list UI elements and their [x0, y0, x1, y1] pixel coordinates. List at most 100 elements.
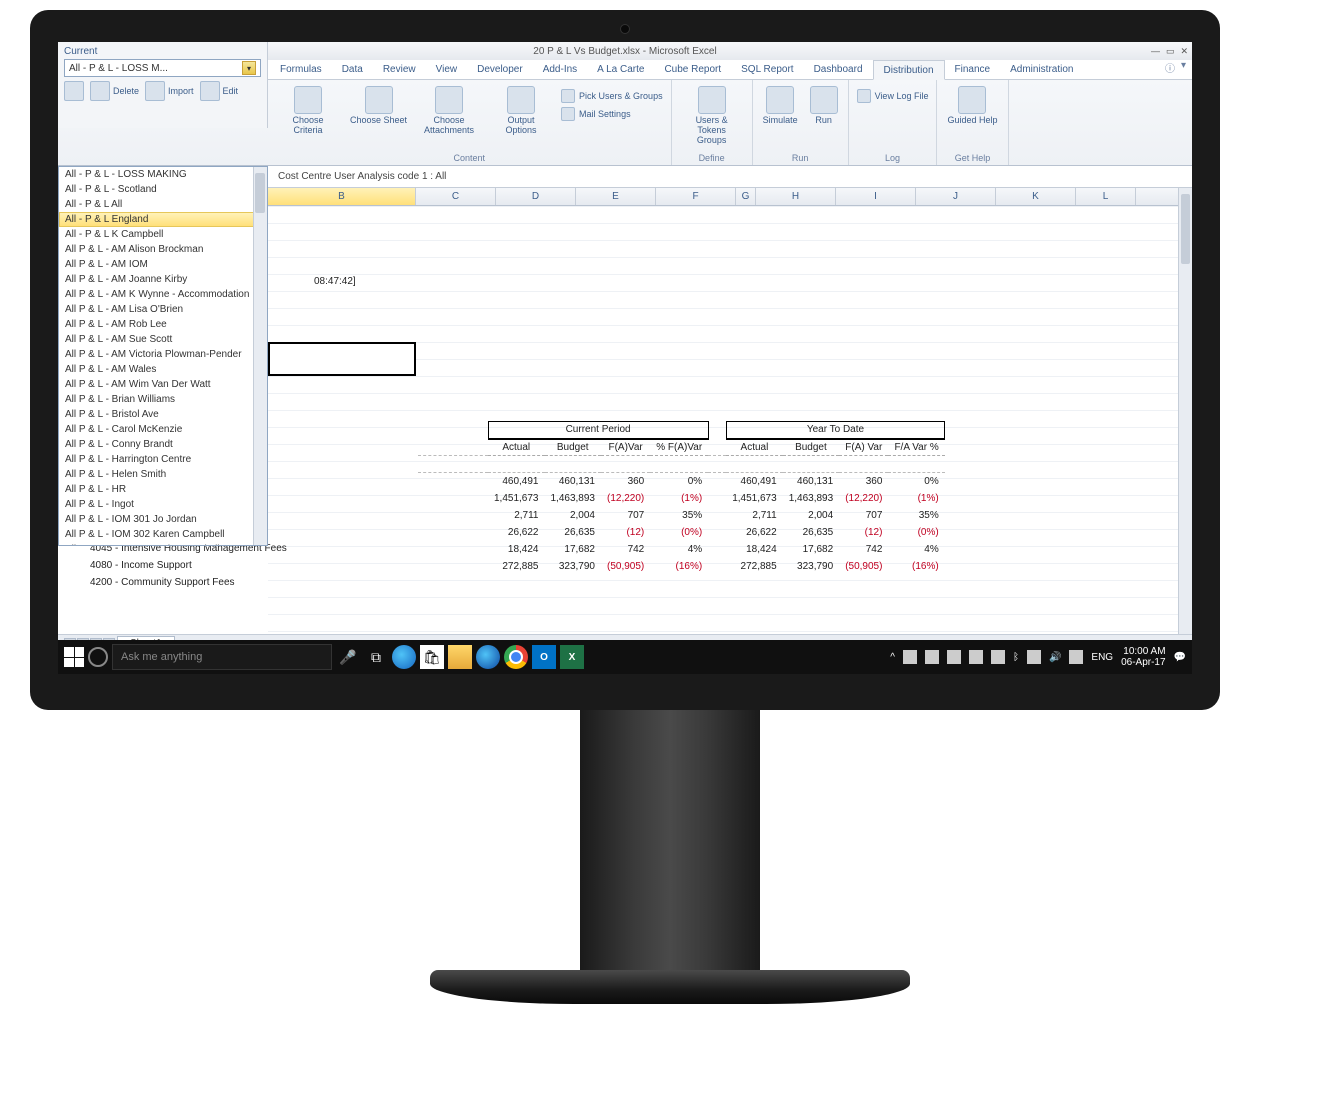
dropdown-scrollbar[interactable]	[253, 167, 267, 545]
dropdown-item[interactable]: All P & L - AM Alison Brockman	[59, 242, 267, 257]
task-view-icon[interactable]: ⧉	[364, 645, 388, 669]
view-log-file-button[interactable]: View Log File	[855, 88, 931, 104]
edge-icon[interactable]	[476, 645, 500, 669]
mail-settings-button[interactable]: Mail Settings	[559, 106, 665, 122]
tray-keyboard-icon[interactable]	[1069, 650, 1083, 664]
close-button[interactable]: ✕	[1180, 46, 1188, 57]
dropdown-item[interactable]: All P & L - AM Sue Scott	[59, 332, 267, 347]
dropdown-item[interactable]: All - P & L - Scotland	[59, 182, 267, 197]
dropdown-item[interactable]: All P & L - AM Wim Van Der Watt	[59, 377, 267, 392]
simulate-button[interactable]: Simulate	[759, 84, 802, 128]
choose-sheet-button[interactable]: Choose Sheet	[346, 84, 411, 128]
dropdown-item[interactable]: All P & L - AM Joanne Kirby	[59, 272, 267, 287]
column-header[interactable]: C	[416, 188, 496, 205]
dropdown-item[interactable]: All P & L - AM Victoria Plowman-Pender	[59, 347, 267, 362]
dropdown-item[interactable]: All P & L - HR	[59, 482, 267, 497]
pick-users-groups-button[interactable]: Pick Users & Groups	[559, 88, 665, 104]
tab-add-ins[interactable]: Add-Ins	[533, 60, 587, 79]
column-header[interactable]: L	[1076, 188, 1136, 205]
vertical-scrollbar[interactable]	[1178, 188, 1192, 634]
edit-button[interactable]: Edit	[200, 81, 239, 101]
column-header[interactable]: K	[996, 188, 1076, 205]
tab-cube-report[interactable]: Cube Report	[654, 60, 731, 79]
tab-view[interactable]: View	[426, 60, 468, 79]
scrollbar-thumb[interactable]	[1181, 194, 1190, 264]
dropdown-item[interactable]: All P & L - IOM 304 Andrea Baskell	[59, 542, 267, 546]
column-header[interactable]: D	[496, 188, 576, 205]
column-header[interactable]: B	[268, 188, 416, 205]
dropdown-item[interactable]: All - P & L K Campbell	[59, 227, 267, 242]
column-header[interactable]: F	[656, 188, 736, 205]
tray-network-icon[interactable]	[1027, 650, 1041, 664]
current-combo[interactable]: All - P & L - LOSS M... ▾	[64, 59, 261, 77]
tab-dashboard[interactable]: Dashboard	[804, 60, 873, 79]
dropdown-item[interactable]: All P & L - Brian Williams	[59, 392, 267, 407]
tray-volume-icon[interactable]: 🔊	[1049, 652, 1061, 663]
dropdown-item[interactable]: All P & L - Conny Brandt	[59, 437, 267, 452]
ie-icon[interactable]	[392, 645, 416, 669]
dropdown-item[interactable]: All P & L - Carol McKenzie	[59, 422, 267, 437]
tray-app2-icon[interactable]	[969, 650, 983, 664]
tray-app-icon[interactable]	[947, 650, 961, 664]
output-options-button[interactable]: Output Options	[487, 84, 555, 138]
dropdown-item[interactable]: All P & L - AM K Wynne - Accommodation	[59, 287, 267, 302]
excel-taskbar-icon[interactable]: X	[560, 645, 584, 669]
ribbon-min-icon[interactable]: ▾	[1181, 60, 1186, 79]
tab-review[interactable]: Review	[373, 60, 426, 79]
mic-icon[interactable]: 🎤	[336, 645, 360, 669]
dropdown-item[interactable]: All P & L - AM Rob Lee	[59, 317, 267, 332]
dropdown-item[interactable]: All P & L - Ingot	[59, 497, 267, 512]
dropdown-item[interactable]: All P & L - AM Wales	[59, 362, 267, 377]
dropdown-item[interactable]: All P & L - IOM 301 Jo Jordan	[59, 512, 267, 527]
dropdown-item[interactable]: All P & L - Harrington Centre	[59, 452, 267, 467]
cortana-icon[interactable]	[88, 647, 108, 667]
tab-administration[interactable]: Administration	[1000, 60, 1083, 79]
run-button[interactable]: Run	[806, 84, 842, 128]
delete-button[interactable]: Delete	[90, 81, 139, 101]
tab-developer[interactable]: Developer	[467, 60, 533, 79]
dropdown-item[interactable]: All - P & L - LOSS MAKING	[59, 167, 267, 182]
tab-a-la-carte[interactable]: A La Carte	[587, 60, 654, 79]
dropdown-item[interactable]: All P & L - Bristol Ave	[59, 407, 267, 422]
tray-defender-icon[interactable]	[903, 650, 917, 664]
choose-attachments-button[interactable]: Choose Attachments	[415, 84, 483, 138]
dropdown-item[interactable]: All P & L - AM Lisa O'Brien	[59, 302, 267, 317]
store-icon[interactable]: 🛍	[420, 645, 444, 669]
guided-help-button[interactable]: Guided Help	[943, 84, 1001, 128]
column-header[interactable]: E	[576, 188, 656, 205]
help-icon[interactable]: ⓘ	[1165, 60, 1175, 79]
taskbar-clock[interactable]: 10:00 AM 06-Apr-17	[1121, 646, 1165, 668]
tab-finance[interactable]: Finance	[945, 60, 1001, 79]
new-button[interactable]	[64, 81, 84, 101]
tray-lang[interactable]: ENG	[1091, 652, 1113, 663]
tray-chevron-up-icon[interactable]: ^	[890, 652, 895, 663]
tab-sql-report[interactable]: SQL Report	[731, 60, 803, 79]
file-explorer-icon[interactable]	[448, 645, 472, 669]
current-dropdown-list[interactable]: All - P & L - LOSS MAKINGAll - P & L - S…	[58, 166, 268, 546]
dropdown-item[interactable]: All - P & L England	[59, 212, 267, 227]
tab-formulas[interactable]: Formulas	[270, 60, 332, 79]
dropdown-item[interactable]: All P & L - Helen Smith	[59, 467, 267, 482]
tab-distribution[interactable]: Distribution	[873, 60, 945, 80]
start-button[interactable]	[64, 647, 84, 667]
tab-data[interactable]: Data	[332, 60, 373, 79]
column-header[interactable]: H	[756, 188, 836, 205]
tray-battery-icon[interactable]	[991, 650, 1005, 664]
system-tray[interactable]: ^ ᛒ 🔊 ENG 10:00 AM 06-Apr-17 💬	[890, 646, 1186, 668]
scrollbar-thumb[interactable]	[255, 173, 265, 213]
minimize-button[interactable]: —	[1151, 46, 1160, 57]
tray-onedrive-icon[interactable]	[925, 650, 939, 664]
dropdown-item[interactable]: All P & L - IOM 302 Karen Campbell	[59, 527, 267, 542]
import-button[interactable]: Import	[145, 81, 194, 101]
tray-bluetooth-icon[interactable]: ᛒ	[1013, 652, 1019, 663]
dropdown-item[interactable]: All - P & L All	[59, 197, 267, 212]
column-headers[interactable]: BCDEFGHIJKL	[268, 188, 1178, 206]
choose-criteria-button[interactable]: Choose Criteria	[274, 84, 342, 138]
chevron-down-icon[interactable]: ▾	[242, 61, 256, 75]
taskbar-search[interactable]: Ask me anything	[112, 644, 332, 670]
column-header[interactable]: G	[736, 188, 756, 205]
users-tokens-groups-button[interactable]: Users & Tokens Groups	[678, 84, 746, 148]
column-header[interactable]: J	[916, 188, 996, 205]
dropdown-item[interactable]: All P & L - AM IOM	[59, 257, 267, 272]
chrome-icon[interactable]	[504, 645, 528, 669]
